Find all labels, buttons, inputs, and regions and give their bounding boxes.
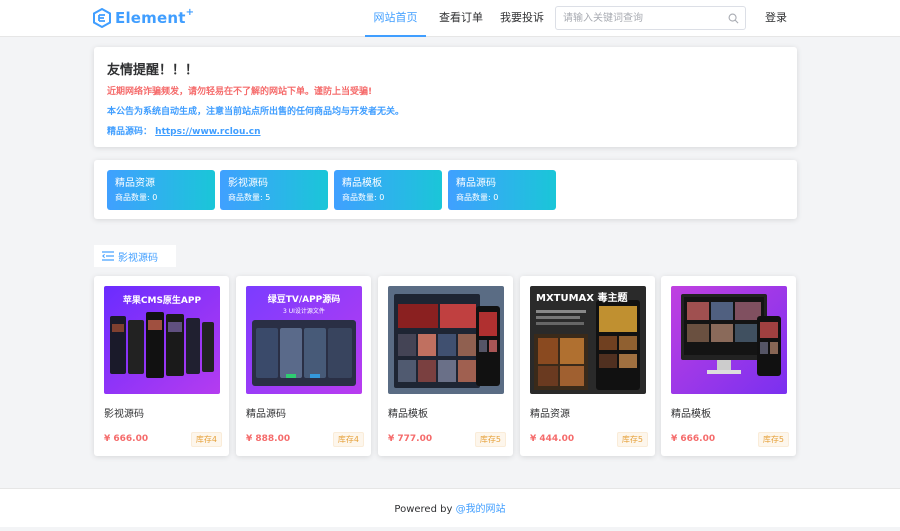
notice-title: 友情提醒！！！ bbox=[107, 63, 199, 78]
site-logo[interactable]: Element + bbox=[93, 7, 194, 29]
product-price: ¥ 666.00 bbox=[671, 434, 716, 444]
category-name: 精品模板 bbox=[342, 178, 382, 189]
product-image[interactable] bbox=[388, 286, 504, 394]
product-image[interactable]: 绿豆TV/APP源码 3 UI设计源文件 bbox=[246, 286, 362, 394]
product-banner: 绿豆TV/APP源码 bbox=[267, 295, 341, 305]
category-count: 商品数量: 0 bbox=[342, 193, 385, 202]
category-card[interactable]: 精品资源 商品数量: 0 bbox=[107, 170, 215, 210]
page-footer: Powered by @我的网站 bbox=[0, 488, 900, 527]
category-name: 精品资源 bbox=[115, 178, 155, 189]
product-image[interactable]: 苹果CMS原生APP bbox=[104, 286, 220, 394]
category-card[interactable]: 精品源码 商品数量: 0 bbox=[448, 170, 556, 210]
notice-warning: 近期网络诈骗频发，请勿轻易在不了解的网站下单。谨防上当受骗! bbox=[107, 87, 373, 97]
section-tag: 影视源码 bbox=[94, 245, 176, 267]
notice-disclaimer: 本公告为系统自动生成，注意当前站点所出售的任何商品均与开发者无关。 bbox=[107, 107, 405, 117]
category-count: 商品数量: 0 bbox=[115, 193, 158, 202]
product-name: 影视源码 bbox=[104, 409, 144, 420]
product-name: 精品模板 bbox=[671, 409, 711, 420]
product-card[interactable]: 精品模板 ¥ 777.00 库存5 bbox=[378, 276, 513, 456]
category-count: 商品数量: 0 bbox=[456, 193, 499, 202]
logo-plus: + bbox=[185, 6, 195, 18]
product-banner-sub: 3 UI设计源文件 bbox=[283, 308, 325, 315]
nav-home[interactable]: 网站首页 bbox=[365, 0, 426, 37]
notice-card: 友情提醒！！！ 近期网络诈骗频发，请勿轻易在不了解的网站下单。谨防上当受骗! 本… bbox=[94, 47, 797, 147]
stock-badge: 库存5 bbox=[616, 432, 648, 447]
footer-site-link[interactable]: @我的网站 bbox=[456, 504, 506, 515]
product-card[interactable]: 苹果CMS原生APP 影视源码 ¥ 666.00 库存4 bbox=[94, 276, 229, 456]
product-image[interactable]: MXTUMAX 毒主题 bbox=[530, 286, 646, 394]
product-banner: MXTUMAX 毒主题 bbox=[536, 293, 628, 304]
footer-powered-by: Powered by bbox=[394, 504, 456, 515]
category-name: 精品源码 bbox=[456, 178, 496, 189]
nav-complaint[interactable]: 我要投诉 bbox=[500, 0, 544, 37]
stock-badge: 库存4 bbox=[190, 432, 222, 447]
product-banner: 苹果CMS原生APP bbox=[122, 296, 202, 306]
product-name: 精品模板 bbox=[388, 409, 428, 420]
notice-source-label: 精品源码： bbox=[107, 127, 153, 137]
stock-badge: 库存5 bbox=[757, 432, 789, 447]
category-card[interactable]: 精品模板 商品数量: 0 bbox=[334, 170, 442, 210]
product-price: ¥ 666.00 bbox=[104, 434, 149, 444]
notice-source: 精品源码： https://www.rclou.cn bbox=[107, 124, 261, 137]
category-name: 影视源码 bbox=[228, 178, 268, 189]
element-hexagon-icon bbox=[93, 8, 111, 28]
product-price: ¥ 444.00 bbox=[530, 434, 575, 444]
login-link[interactable]: 登录 bbox=[765, 0, 787, 36]
product-name: 精品源码 bbox=[246, 409, 286, 420]
product-image[interactable] bbox=[671, 286, 787, 394]
list-icon bbox=[102, 251, 114, 261]
search-icon[interactable] bbox=[728, 13, 739, 24]
product-price: ¥ 777.00 bbox=[388, 434, 433, 444]
top-header: Element + 网站首页 查看订单 我要投诉 登录 bbox=[0, 0, 900, 37]
search-input[interactable] bbox=[556, 7, 716, 29]
stock-badge: 库存4 bbox=[332, 432, 364, 447]
search-box bbox=[555, 6, 746, 30]
product-price: ¥ 888.00 bbox=[246, 434, 291, 444]
logo-text: Element bbox=[115, 9, 186, 27]
category-panel: 精品资源 商品数量: 0 影视源码 商品数量: 5 精品模板 商品数量: 0 精… bbox=[94, 160, 797, 219]
category-card[interactable]: 影视源码 商品数量: 5 bbox=[220, 170, 328, 210]
product-name: 精品资源 bbox=[530, 409, 570, 420]
section-title: 影视源码 bbox=[118, 252, 158, 264]
product-card[interactable]: MXTUMAX 毒主题 精品资源 ¥ 444.00 库存5 bbox=[520, 276, 655, 456]
stock-badge: 库存5 bbox=[474, 432, 506, 447]
product-card[interactable]: 绿豆TV/APP源码 3 UI设计源文件 精品源码 ¥ 888.00 库存4 bbox=[236, 276, 371, 456]
category-count: 商品数量: 5 bbox=[228, 193, 271, 202]
nav-orders[interactable]: 查看订单 bbox=[439, 0, 483, 37]
notice-source-link[interactable]: https://www.rclou.cn bbox=[155, 127, 260, 137]
product-card[interactable]: 精品模板 ¥ 666.00 库存5 bbox=[661, 276, 796, 456]
